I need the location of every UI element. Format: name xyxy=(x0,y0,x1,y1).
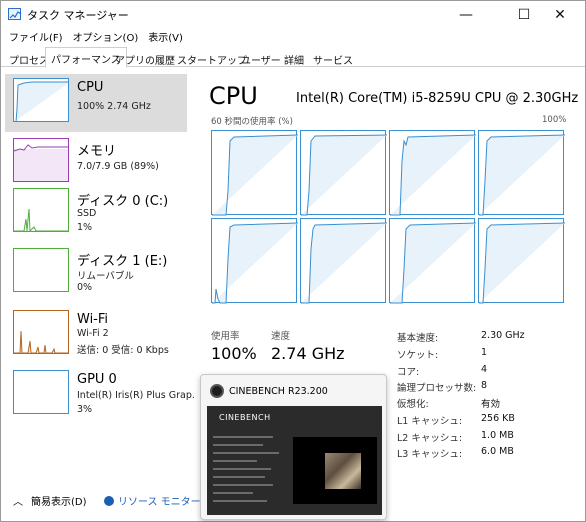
resource-item-usage: 1% xyxy=(77,222,93,233)
resource-item-detail: 100% 2.74 GHz xyxy=(77,101,151,112)
resource-item-disk-0[interactable]: ディスク 0 (C:) SSD 1% xyxy=(5,184,187,242)
disk-1-mini-graph xyxy=(13,248,69,292)
resource-item-detail: リムーバブル xyxy=(77,271,134,282)
preview-thumbnail: CINEBENCH xyxy=(207,406,382,515)
menu-file[interactable]: ファイル(F) xyxy=(5,28,67,46)
resource-item-usage: 3% xyxy=(77,404,93,415)
preview-text-line xyxy=(213,460,257,462)
memory-mini-graph xyxy=(13,138,69,182)
resource-item-title: CPU xyxy=(77,80,104,95)
spec-label: L3 キャッシュ: xyxy=(397,449,463,460)
resource-item-detail: Wi-Fi 2 xyxy=(77,328,109,339)
tab-services[interactable]: サービス xyxy=(307,48,359,67)
preview-text-line xyxy=(213,444,263,446)
logical-processor-graph xyxy=(300,130,387,216)
preview-text-line xyxy=(213,500,267,502)
title-bar: タスク マネージャー — ☐ ✕ xyxy=(1,1,585,29)
cinebench-logo: CINEBENCH xyxy=(219,413,271,422)
task-manager-icon xyxy=(8,8,22,20)
logical-processor-graph xyxy=(211,218,298,304)
resource-item-throughput: 送信: 0 受信: 0 Kbps xyxy=(77,345,169,356)
spec-value: 有効 xyxy=(481,399,501,410)
logical-processor-graph xyxy=(478,130,565,216)
render-image xyxy=(325,453,361,489)
resource-item-gpu[interactable]: GPU 0 Intel(R) Iris(R) Plus Grap. 3% xyxy=(5,366,195,424)
spec-label: ソケット: xyxy=(397,350,439,361)
spec-value: 1.0 MB xyxy=(481,430,514,441)
speed-value: 2.74 GHz xyxy=(271,344,345,363)
fewer-details-label: 簡易表示(D) xyxy=(31,497,87,508)
resource-item-title: GPU 0 xyxy=(77,372,117,387)
menu-bar: ファイル(F) オプション(O) 表示(V) xyxy=(5,28,189,46)
cpu-mini-graph xyxy=(13,78,69,122)
preview-text-line xyxy=(213,492,253,494)
spec-value: 1 xyxy=(481,347,488,358)
render-viewport xyxy=(293,437,377,504)
resource-item-detail: 7.0/7.9 GB (89%) xyxy=(77,161,159,172)
fewer-details-button[interactable]: ︿ 簡易表示(D) xyxy=(13,493,87,508)
spec-value: 256 KB xyxy=(481,413,515,424)
spec-value: 4 xyxy=(481,364,488,375)
spec-label: 論理プロセッサ数: xyxy=(397,383,477,394)
resource-item-title: Wi-Fi xyxy=(77,312,109,327)
spec-label: L1 キャッシュ: xyxy=(397,416,463,427)
gpu-mini-graph xyxy=(13,370,69,414)
page-title: CPU xyxy=(209,82,258,110)
logical-processor-graph xyxy=(211,130,298,216)
cpu-model-name: Intel(R) Core(TM) i5-8259U CPU @ 2.30GHz xyxy=(296,91,579,106)
speed-label: 速度 xyxy=(271,331,291,342)
resource-list: CPU 100% 2.74 GHz メモリ 7.0/7.9 GB (89%) デ… xyxy=(3,68,195,481)
resource-item-wifi[interactable]: Wi-Fi Wi-Fi 2 送信: 0 受信: 0 Kbps xyxy=(5,306,187,364)
spec-label: 基本速度: xyxy=(397,333,439,344)
preview-title: CINEBENCH R23.200 xyxy=(229,386,328,397)
preview-text-line xyxy=(213,468,271,470)
resource-item-usage: 0% xyxy=(77,282,93,293)
spec-label: コア: xyxy=(397,367,420,378)
preview-text-line xyxy=(213,436,273,438)
resource-monitor-icon xyxy=(104,495,114,506)
cinebench-app-icon xyxy=(210,384,224,398)
wifi-mini-graph xyxy=(13,310,69,354)
graph-max-label: 100% xyxy=(542,115,567,125)
graph-caption: 60 秒間の使用率 (%) xyxy=(211,117,293,127)
preview-text-line xyxy=(213,452,279,454)
task-manager-window: タスク マネージャー — ☐ ✕ ファイル(F) オプション(O) 表示(V) … xyxy=(0,0,586,522)
spec-value: 6.0 MB xyxy=(481,446,514,457)
logical-processor-graph xyxy=(478,218,565,304)
resource-item-title: ディスク 0 (C:) xyxy=(77,194,169,209)
spec-value: 8 xyxy=(481,380,488,391)
spec-label: L2 キャッシュ: xyxy=(397,433,463,444)
logical-processor-graph xyxy=(389,218,476,304)
minimize-button[interactable]: — xyxy=(443,3,489,27)
menu-options[interactable]: オプション(O) xyxy=(69,28,143,46)
cinebench-taskbar-preview[interactable]: CINEBENCH R23.200 CINEBENCH xyxy=(200,374,387,520)
resource-item-disk-1[interactable]: ディスク 1 (E:) リムーバブル 0% xyxy=(5,244,187,302)
resource-item-cpu[interactable]: CPU 100% 2.74 GHz xyxy=(5,74,187,132)
spec-value: 2.30 GHz xyxy=(481,330,525,341)
resource-item-title: メモリ xyxy=(77,144,117,159)
disk-0-mini-graph xyxy=(13,188,69,232)
utilization-label: 使用率 xyxy=(211,331,240,342)
menu-view[interactable]: 表示(V) xyxy=(144,28,187,46)
spec-label: 仮想化: xyxy=(397,399,429,410)
resource-item-detail: SSD xyxy=(77,208,97,219)
close-button[interactable]: ✕ xyxy=(537,3,583,27)
resource-item-detail: Intel(R) Iris(R) Plus Grap. xyxy=(77,390,195,401)
chevron-up-icon: ︿ xyxy=(13,497,23,508)
utilization-value: 100% xyxy=(211,344,257,363)
preview-text-line xyxy=(213,476,265,478)
tab-details[interactable]: 詳細 xyxy=(278,48,310,67)
cpu-core-graph-grid xyxy=(211,130,569,305)
logical-processor-graph xyxy=(389,130,476,216)
preview-text-line xyxy=(213,484,273,486)
window-title: タスク マネージャー xyxy=(27,9,129,22)
tab-strip: プロセス パフォーマンス アプリの履歴 スタートアップ ユーザー 詳細 サービス xyxy=(1,46,585,68)
resource-item-title: ディスク 1 (E:) xyxy=(77,254,168,269)
logical-processor-graph xyxy=(300,218,387,304)
